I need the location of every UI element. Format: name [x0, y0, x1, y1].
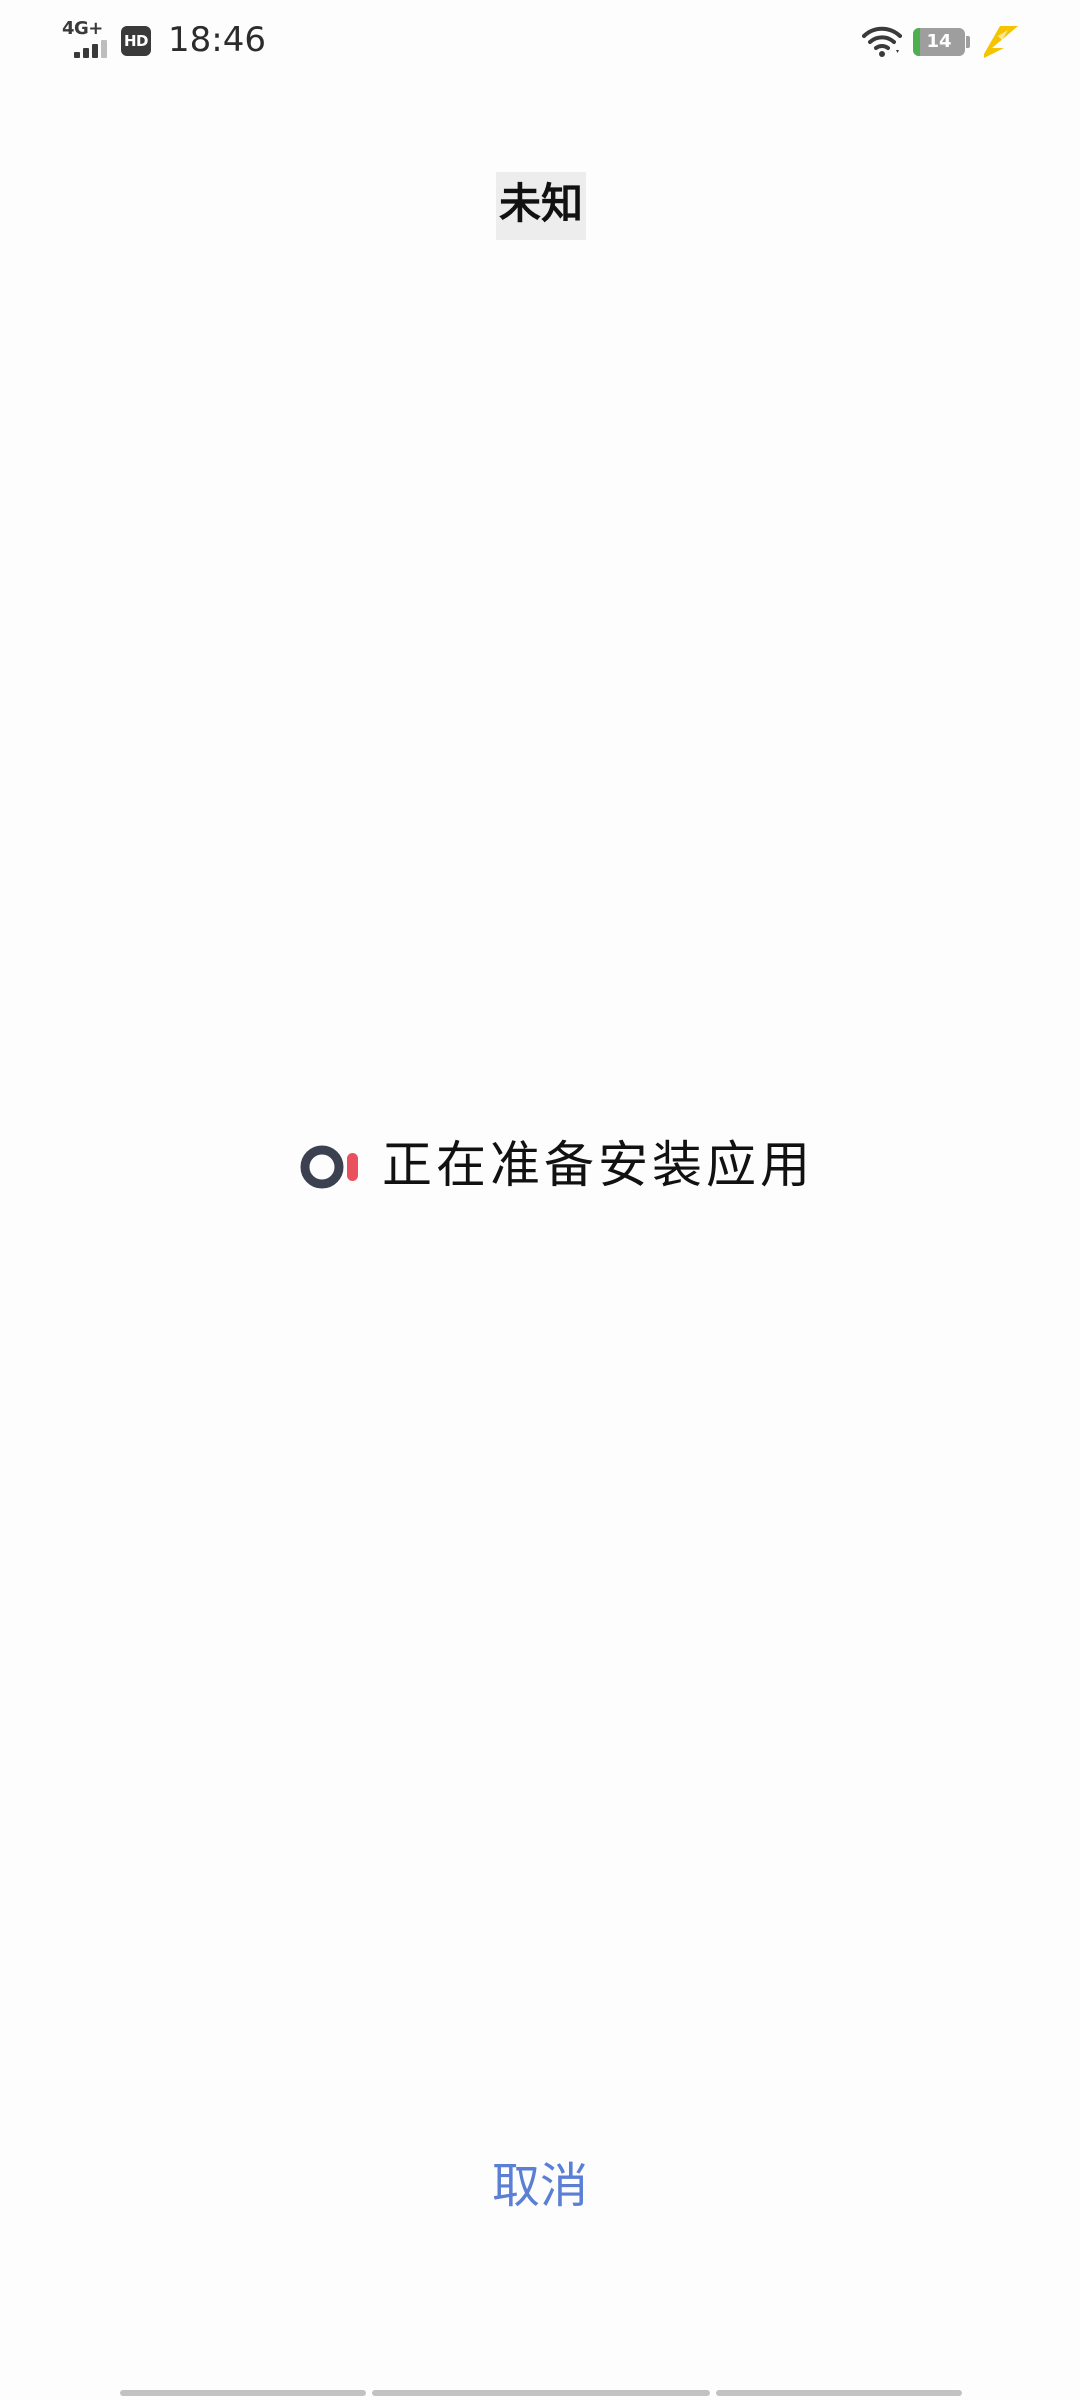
battery-indicator: 14 — [913, 28, 965, 56]
install-progress: 正在准备安装应用 — [300, 1130, 840, 1200]
progress-text: 正在准备安装应用 — [382, 1136, 814, 1194]
nav-segment-left — [120, 2390, 366, 2396]
network-type-label: 4G+ — [62, 18, 103, 39]
wifi-icon — [862, 26, 902, 57]
clock: 18:46 — [168, 20, 266, 60]
hd-badge: HD — [121, 26, 151, 56]
nav-segment-center — [372, 2390, 710, 2396]
signal-bars — [74, 40, 110, 58]
navigation-bar — [120, 2390, 962, 2396]
loading-spinner-icon — [300, 1145, 358, 1189]
charging-bolt-icon — [984, 26, 1018, 58]
battery-percentage: 14 — [926, 31, 952, 52]
nav-segment-right — [716, 2390, 962, 2396]
page-title: 未知 — [496, 172, 586, 240]
status-bar: 4G+ HD 18:46 14 — [0, 0, 1080, 80]
battery-cap — [966, 36, 970, 48]
cellular-signal-icon: 4G+ — [62, 20, 110, 58]
cancel-button[interactable]: 取消 — [440, 2148, 640, 2224]
